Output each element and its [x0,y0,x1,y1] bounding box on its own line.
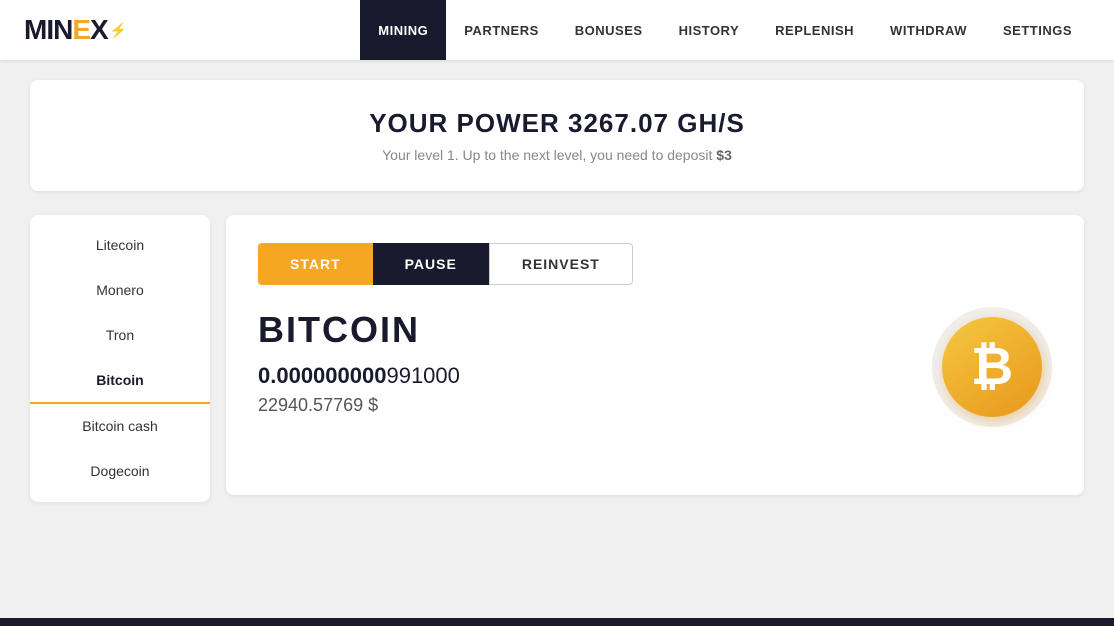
power-subtitle-text: Your level 1. Up to the next level, you … [382,147,716,163]
sidebar-item-bitcoin[interactable]: Bitcoin [30,358,210,404]
sidebar-item-litecoin[interactable]: Litecoin [30,223,210,268]
nav-item-mining[interactable]: MINING [360,0,446,60]
sidebar-item-monero[interactable]: Monero [30,268,210,313]
mining-card: START PAUSE REINVEST BITCOIN 0.000000000… [226,215,1084,495]
logo-text-min: MIN [24,14,72,46]
btc-circle-inner: ₿ [942,317,1042,417]
power-subtitle: Your level 1. Up to the next level, you … [50,147,1064,163]
logo-letter-e: E [72,14,90,46]
nav-item-history[interactable]: HISTORY [661,0,758,60]
start-button[interactable]: START [258,243,373,285]
power-title: YOUR POWER 3267.07 GH/S [50,108,1064,139]
balance-light: 991000 [386,363,459,389]
btc-icon-container: ₿ [932,307,1052,427]
nav-item-partners[interactable]: PARTNERS [446,0,557,60]
coin-sidebar: Litecoin Monero Tron Bitcoin Bitcoin cas… [30,215,210,502]
bottom-section: Litecoin Monero Tron Bitcoin Bitcoin cas… [30,215,1084,502]
footer-bar [0,618,1114,626]
logo-icon: ⚡ [110,22,126,39]
sidebar-item-bitcoin-cash[interactable]: Bitcoin cash [30,404,210,449]
main-content: YOUR POWER 3267.07 GH/S Your level 1. Up… [0,60,1114,626]
btc-circle-outer: ₿ [932,307,1052,427]
pause-button[interactable]: PAUSE [373,243,489,285]
action-buttons: START PAUSE REINVEST [258,243,633,285]
nav-item-bonuses[interactable]: BONUSES [557,0,661,60]
sidebar-item-dogecoin[interactable]: Dogecoin [30,449,210,494]
nav-item-settings[interactable]: SETTINGS [985,0,1090,60]
header: MINEX⚡ MINING PARTNERS BONUSES HISTORY R… [0,0,1114,60]
logo: MINEX⚡ [24,14,126,46]
power-subtitle-amount: $3 [716,147,732,163]
logo-letter-x: X [90,14,108,46]
reinvest-button[interactable]: REINVEST [489,243,633,285]
sidebar-item-tron[interactable]: Tron [30,313,210,358]
power-card: YOUR POWER 3267.07 GH/S Your level 1. Up… [30,80,1084,191]
main-nav: MINING PARTNERS BONUSES HISTORY REPLENIS… [360,0,1090,60]
nav-item-replenish[interactable]: REPLENISH [757,0,872,60]
nav-item-withdraw[interactable]: WITHDRAW [872,0,985,60]
balance-bold: 0.000000000 [258,363,386,389]
btc-symbol: ₿ [971,341,1013,393]
